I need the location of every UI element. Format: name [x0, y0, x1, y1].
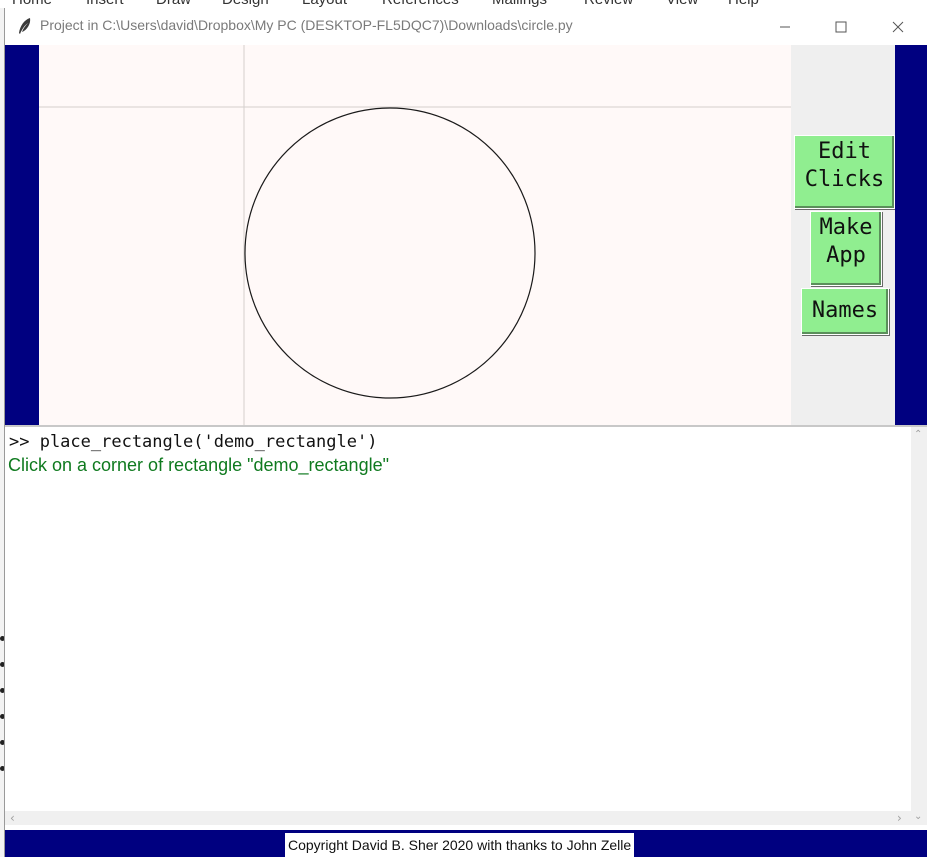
make-app-button[interactable]: Make App [810, 211, 882, 286]
button-panel: Edit Clicks Make App Names [791, 45, 895, 425]
scroll-down-icon[interactable]: ⌄ [914, 811, 922, 822]
ribbon-tab-view: View [666, 0, 698, 8]
ribbon-tab-design: Design [222, 0, 269, 8]
ribbon-tab-help: Help [728, 0, 759, 8]
copyright-text: Copyright David B. Sher 2020 with thanks… [285, 833, 635, 857]
feather-icon [19, 18, 31, 34]
close-icon [892, 21, 904, 32]
ribbon-tab-home: Home [12, 0, 52, 8]
edit-clicks-label-line2: Clicks [804, 167, 885, 192]
canvas-drawing [39, 45, 791, 425]
names-button[interactable]: Names [801, 288, 889, 335]
footer-bar: Copyright David B. Sher 2020 with thanks… [5, 830, 927, 857]
window-title: Project in C:\Users\david\Dropbox\My PC … [40, 17, 573, 33]
shell-console[interactable]: >> place_rectangle('demo_rectangle') Cli… [5, 427, 911, 811]
circle-shape[interactable] [244, 107, 536, 399]
ribbon-tab-review: Review [584, 0, 633, 8]
make-app-label-line1: Make [819, 215, 873, 240]
scroll-left-icon[interactable]: ‹ [10, 811, 15, 825]
maximize-button[interactable] [812, 8, 870, 45]
ribbon-tab-insert: Insert [86, 0, 124, 8]
frame-right [895, 45, 927, 425]
ribbon-tab-draw: Draw [156, 0, 191, 8]
edit-clicks-button[interactable]: Edit Clicks [794, 135, 895, 209]
frame-left [5, 45, 39, 425]
scroll-up-icon[interactable]: ⌃ [914, 429, 922, 440]
ribbon-tab-layout: Layout [302, 0, 347, 8]
shell-message: Click on a corner of rectangle "demo_rec… [8, 455, 389, 475]
scroll-right-icon[interactable]: › [897, 811, 902, 825]
ribbon-tab-references: References [382, 0, 459, 8]
names-label: Names [811, 298, 879, 323]
horizontal-scrollbar[interactable]: ‹ › [5, 811, 911, 825]
ribbon-tab-mailings: Mailings [492, 0, 547, 8]
close-button[interactable] [869, 8, 927, 45]
title-bar[interactable]: Project in C:\Users\david\Dropbox\My PC … [5, 8, 927, 45]
minimize-button[interactable] [756, 8, 814, 45]
minimize-icon [780, 26, 790, 27]
background-ribbon: Home Insert Draw Design Layout Reference… [0, 0, 927, 8]
maximize-icon [835, 21, 847, 32]
shell-prompt-line: >> place_rectangle('demo_rectangle') [9, 432, 378, 452]
drawing-canvas[interactable] [39, 45, 791, 425]
project-window: Project in C:\Users\david\Dropbox\My PC … [5, 8, 927, 857]
vertical-scrollbar[interactable]: ⌃ ⌄ [911, 427, 927, 825]
edit-clicks-label-line1: Edit [818, 139, 871, 164]
make-app-label-line2: App [826, 243, 866, 268]
